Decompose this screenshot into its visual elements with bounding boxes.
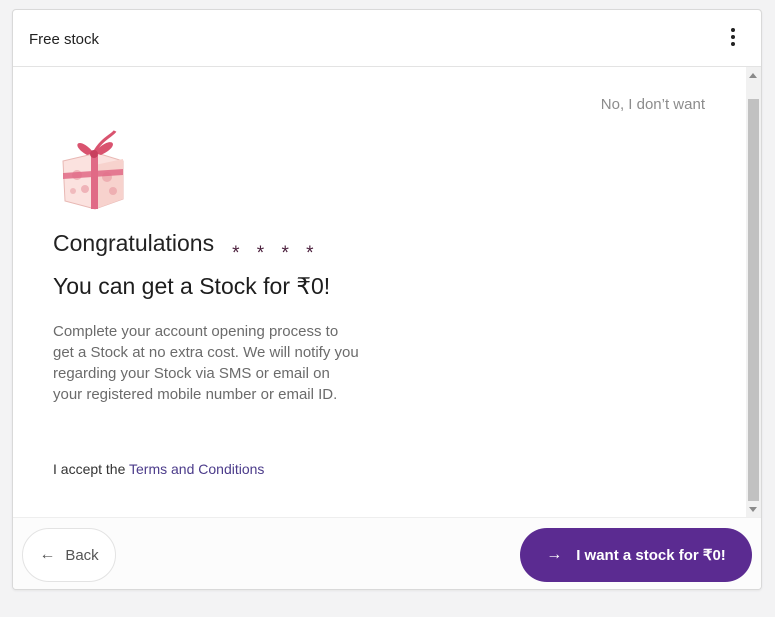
back-button[interactable]: ← Back <box>22 528 116 582</box>
terms-link[interactable]: Terms and Conditions <box>129 461 264 477</box>
dialog-content: No, I don’t want Congratulations * * * *… <box>13 67 761 517</box>
terms-text: I accept the Terms and Conditions <box>53 461 264 477</box>
decline-link[interactable]: No, I don’t want <box>601 96 705 113</box>
dialog-footer: ← Back → I want a stock for ₹0! <box>13 517 761 589</box>
scroll-up-icon[interactable] <box>749 73 757 78</box>
dialog-title: Free stock <box>29 31 100 48</box>
sparkle-stars: * * * * <box>232 243 320 264</box>
dialog-header: Free stock <box>13 10 761 67</box>
congrats-row: Congratulations * * * * <box>53 230 320 264</box>
offer-headline: You can get a Stock for ₹0! <box>53 273 331 299</box>
gift-box-icon <box>57 129 129 213</box>
arrow-left-icon: ← <box>39 546 56 563</box>
back-button-label: Back <box>65 546 99 564</box>
more-vertical-icon[interactable] <box>723 28 743 50</box>
offer-description: Complete your account opening process to… <box>53 323 359 403</box>
free-stock-dialog: Free stock No, I don’t want Congratulati… <box>12 9 762 590</box>
vertical-scrollbar[interactable] <box>746 67 761 517</box>
scroll-thumb[interactable] <box>748 99 759 501</box>
arrow-right-icon: → <box>546 546 563 563</box>
get-stock-button[interactable]: → I want a stock for ₹0! <box>520 528 752 582</box>
scroll-down-icon[interactable] <box>749 507 757 512</box>
terms-prefix: I accept the <box>53 461 130 477</box>
get-stock-button-label: I want a stock for ₹0! <box>576 547 726 564</box>
congrats-heading: Congratulations <box>53 230 215 256</box>
